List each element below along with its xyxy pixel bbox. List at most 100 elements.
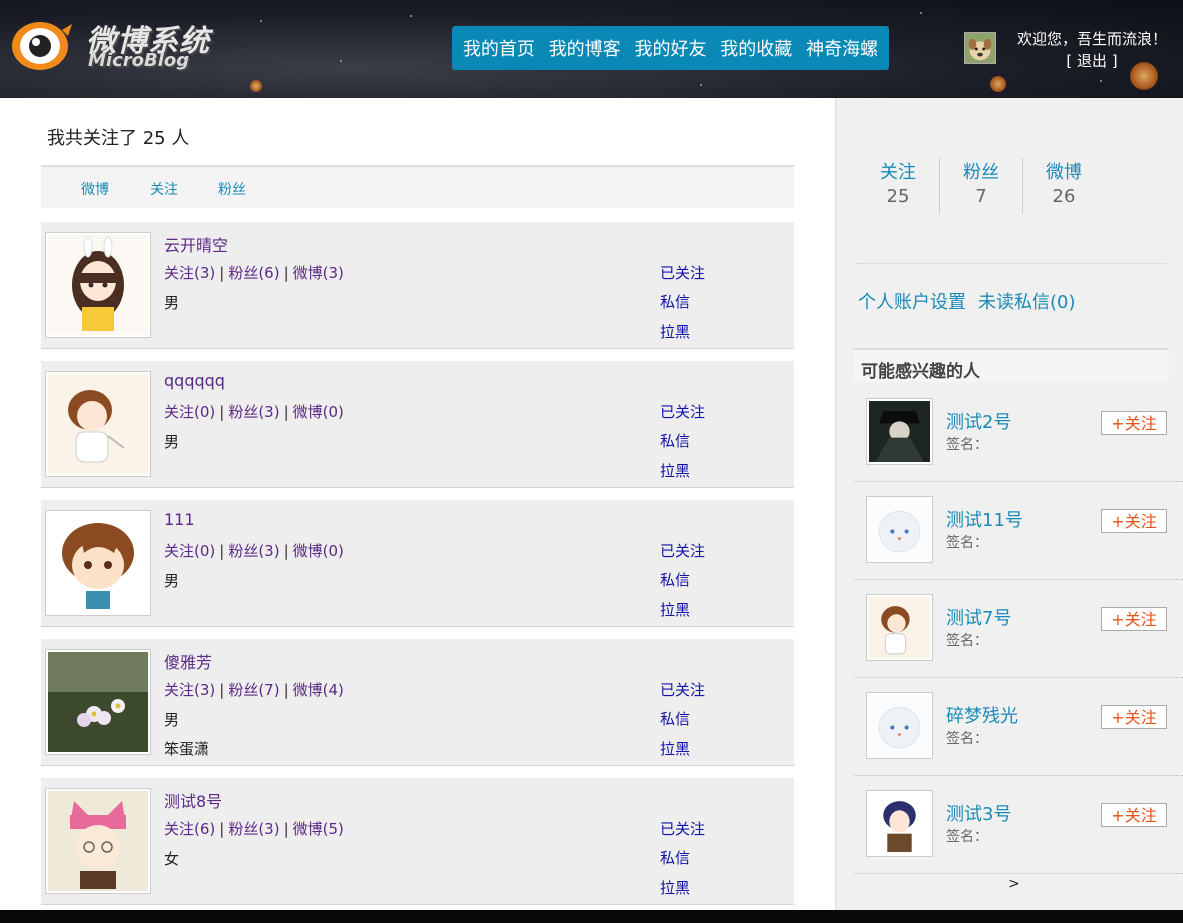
followed-status-button[interactable]: 已关注 (660, 262, 705, 283)
stat-fans[interactable]: 粉丝 7 (939, 158, 1023, 207)
recommend-name[interactable]: 测试2号 (946, 408, 1011, 434)
anime-boy-avatar-icon (869, 793, 930, 854)
user-avatar[interactable] (45, 371, 151, 477)
recommend-avatar[interactable] (866, 594, 933, 661)
cat-hat-girl-avatar-icon (48, 791, 148, 891)
next-page-arrow[interactable]: > (1008, 876, 1020, 892)
recommend-name[interactable]: 测试7号 (946, 604, 1011, 630)
stat-weibo[interactable]: 微博 26 (1022, 158, 1106, 207)
stat-value: 25 (886, 186, 910, 207)
user-name[interactable]: qqqqqq (164, 371, 225, 390)
user-gender: 女 (164, 850, 180, 868)
block-link[interactable]: 拉黑 (660, 877, 690, 898)
user-avatar[interactable] (45, 510, 151, 616)
followed-status-button[interactable]: 已关注 (660, 540, 705, 561)
private-message-link[interactable]: 私信 (660, 569, 690, 590)
unread-messages-link[interactable]: 未读私信(0) (978, 292, 1076, 313)
recommend-avatar[interactable] (866, 790, 933, 857)
stat-label: 关注 (880, 162, 916, 183)
user-card: 测试8号 关注(6) | 粉丝(3) | 微博(5) 女 已关注 私信 拉黑 (41, 778, 794, 905)
user-blog-count[interactable]: 微博(0) (293, 542, 344, 560)
stat-value: 26 (1052, 186, 1076, 207)
tab-following[interactable]: 关注 (150, 179, 178, 199)
user-fans-count[interactable]: 粉丝(6) (228, 264, 279, 282)
recommend-item: 测试11号 签名： +关注 (854, 482, 1183, 580)
block-link[interactable]: 拉黑 (660, 460, 690, 481)
user-name[interactable]: 测试8号 (164, 788, 222, 812)
block-link[interactable]: 拉黑 (660, 599, 690, 620)
recommend-avatar[interactable] (866, 398, 933, 465)
user-blog-count[interactable]: 微博(5) (293, 820, 344, 838)
user-avatar[interactable] (45, 232, 151, 338)
user-stats: 关注(3) | 粉丝(6) | 微博(3) (164, 262, 344, 283)
recommend-item: 测试2号 签名： +关注 (854, 384, 1183, 482)
follow-button[interactable]: +关注 (1101, 705, 1167, 729)
current-user-avatar[interactable] (964, 32, 996, 64)
dog-avatar-icon (965, 33, 995, 63)
logo[interactable]: 微博系统 MicroBlog (10, 14, 215, 76)
user-stats: 关注(6) | 粉丝(3) | 微博(5) (164, 818, 344, 839)
recommend-name[interactable]: 碎梦残光 (946, 702, 1018, 728)
user-blog-count[interactable]: 微博(0) (293, 403, 344, 421)
separator: | (219, 681, 225, 699)
user-gender: 男 (164, 433, 180, 451)
stat-following[interactable]: 关注 25 (856, 158, 940, 207)
sidebar: 关注 25 粉丝 7 微博 26 个人账户设置 未读私信(0) 可能感兴趣的人 测 (836, 98, 1183, 910)
followed-status-button[interactable]: 已关注 (660, 818, 705, 839)
user-blog-count[interactable]: 微博(3) (293, 264, 344, 282)
user-name[interactable]: 傻雅芳 (164, 649, 212, 673)
recommend-signature: 签名： (946, 829, 988, 845)
recommend-signature: 签名： (946, 535, 988, 551)
user-blog-count[interactable]: 微博(4) (293, 681, 344, 699)
recommend-name[interactable]: 测试3号 (946, 800, 1011, 826)
user-fans-count[interactable]: 粉丝(3) (228, 403, 279, 421)
user-fans-count[interactable]: 粉丝(3) (228, 820, 279, 838)
user-name[interactable]: 云开晴空 (164, 232, 228, 256)
followed-status-button[interactable]: 已关注 (660, 401, 705, 422)
follow-button[interactable]: +关注 (1101, 509, 1167, 533)
user-follow-count[interactable]: 关注(0) (164, 542, 215, 560)
user-card: qqqqqq 关注(0) | 粉丝(3) | 微博(0) 男 已关注 私信 拉黑 (41, 361, 794, 488)
nav-my-favorites[interactable]: 我的收藏 (720, 35, 792, 61)
recommend-title: 可能感兴趣的人 (861, 362, 980, 382)
follow-button[interactable]: +关注 (1101, 607, 1167, 631)
follow-button[interactable]: +关注 (1101, 411, 1167, 435)
star-decoration (340, 60, 342, 62)
tab-weibo[interactable]: 微博 (81, 179, 109, 199)
separator: | (283, 264, 289, 282)
user-avatar[interactable] (45, 788, 151, 894)
nav-my-blog[interactable]: 我的博客 (549, 35, 621, 61)
separator: | (283, 681, 289, 699)
follow-button[interactable]: +关注 (1101, 803, 1167, 827)
recommend-name[interactable]: 测试11号 (946, 506, 1023, 532)
user-follow-count[interactable]: 关注(0) (164, 403, 215, 421)
user-stats: 关注(3) | 粉丝(7) | 微博(4) (164, 679, 344, 700)
nav-magic-conch[interactable]: 神奇海螺 (806, 35, 878, 61)
user-follow-count[interactable]: 关注(3) (164, 264, 215, 282)
user-avatar[interactable] (45, 649, 151, 755)
recommend-item: 碎梦残光 签名： +关注 (854, 678, 1183, 776)
account-settings-link[interactable]: 个人账户设置 (858, 292, 966, 313)
recommend-avatar[interactable] (866, 692, 933, 759)
tab-fans[interactable]: 粉丝 (218, 179, 246, 199)
separator: | (219, 403, 225, 421)
private-message-link[interactable]: 私信 (660, 430, 690, 451)
user-fans-count[interactable]: 粉丝(7) (228, 681, 279, 699)
user-follow-count[interactable]: 关注(6) (164, 820, 215, 838)
recommend-avatar[interactable] (866, 496, 933, 563)
private-message-link[interactable]: 私信 (660, 847, 690, 868)
nav-home[interactable]: 我的首页 (463, 35, 535, 61)
separator: | (283, 820, 289, 838)
dotted-divider (856, 263, 1166, 264)
user-name[interactable]: 111 (164, 510, 195, 529)
user-follow-count[interactable]: 关注(3) (164, 681, 215, 699)
logout-link[interactable]: [ 退出 ] (1008, 50, 1176, 72)
private-message-link[interactable]: 私信 (660, 708, 690, 729)
private-message-link[interactable]: 私信 (660, 291, 690, 312)
lantern-decoration (250, 80, 262, 92)
block-link[interactable]: 拉黑 (660, 321, 690, 342)
followed-status-button[interactable]: 已关注 (660, 679, 705, 700)
user-fans-count[interactable]: 粉丝(3) (228, 542, 279, 560)
block-link[interactable]: 拉黑 (660, 738, 690, 759)
nav-my-friends[interactable]: 我的好友 (634, 35, 706, 61)
